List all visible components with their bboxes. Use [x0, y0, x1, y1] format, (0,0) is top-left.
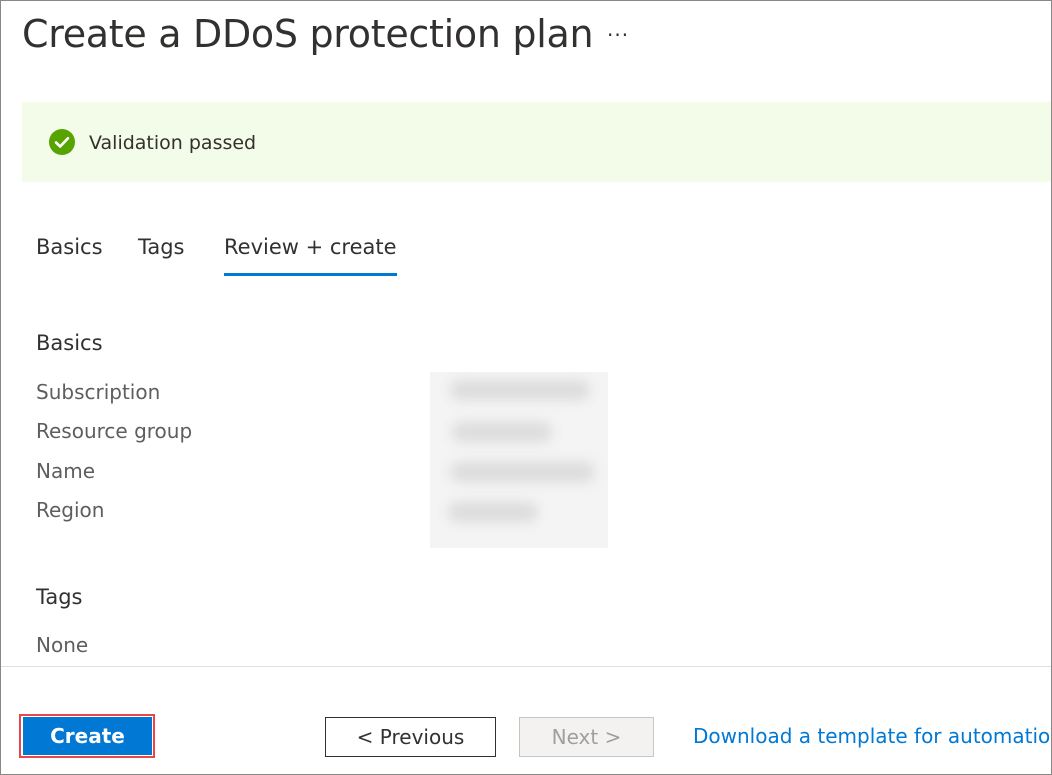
active-tab-indicator	[224, 273, 397, 276]
resource-group-label: Resource group	[36, 419, 193, 443]
tab-review-create-label: Review + create	[224, 235, 397, 259]
subscription-label: Subscription	[36, 380, 161, 404]
redacted-resource-group-value	[452, 422, 552, 442]
tab-review-create[interactable]: Review + create	[224, 233, 397, 276]
basics-section-heading: Basics	[36, 331, 103, 355]
redacted-region-value	[448, 502, 538, 522]
redacted-subscription-value	[450, 380, 590, 400]
name-label: Name	[36, 459, 96, 483]
tags-value: None	[36, 633, 89, 657]
previous-button[interactable]: < Previous	[325, 717, 496, 757]
check-circle-icon	[49, 129, 75, 155]
page-title: Create a DDoS protection plan	[22, 12, 594, 56]
redacted-name-value	[450, 462, 595, 482]
tab-tags[interactable]: Tags	[138, 233, 185, 261]
create-button[interactable]: Create	[23, 717, 152, 755]
tags-section-heading: Tags	[36, 585, 83, 609]
footer-divider	[1, 666, 1051, 667]
create-ddos-plan-page: Create a DDoS protection plan ··· Valida…	[0, 0, 1052, 775]
validation-banner: Validation passed	[22, 102, 1051, 182]
redacted-values	[430, 372, 608, 548]
tab-basics[interactable]: Basics	[36, 233, 103, 261]
next-button[interactable]: Next >	[519, 717, 654, 757]
download-template-link[interactable]: Download a template for automation	[693, 723, 1051, 749]
validation-message: Validation passed	[89, 132, 257, 154]
more-options-icon[interactable]: ···	[607, 23, 629, 47]
region-label: Region	[36, 498, 105, 522]
